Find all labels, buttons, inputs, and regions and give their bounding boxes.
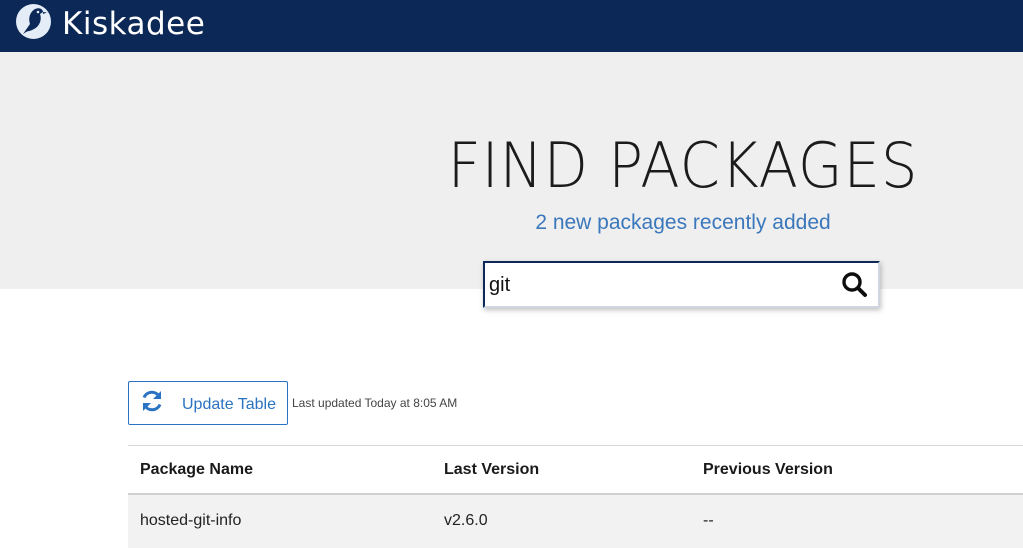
search-box (483, 261, 880, 308)
search-input[interactable] (489, 269, 829, 301)
new-packages-link[interactable]: 2 new packages recently added (0, 209, 1023, 237)
table-divider (128, 445, 1023, 446)
kiskadee-bird-icon[interactable] (16, 4, 51, 39)
column-header-previous-version[interactable]: Previous Version (703, 461, 833, 479)
refresh-icon (142, 390, 162, 412)
column-header-last-version[interactable]: Last Version (444, 461, 539, 479)
last-updated-text: Last updated Today at 8:05 AM (292, 396, 458, 410)
column-header-package-name[interactable]: Package Name (140, 461, 253, 479)
search-icon (842, 272, 867, 297)
brand-name[interactable]: Kiskadee (62, 2, 205, 46)
previous-version-cell: -- (703, 512, 714, 529)
page-title: FIND PACKAGES (447, 129, 919, 202)
top-nav-bar: Kiskadee (0, 0, 1023, 52)
table-row[interactable] (128, 495, 1023, 548)
last-version-cell: v2.6.0 (444, 512, 488, 529)
search-button[interactable] (840, 270, 870, 300)
hero-section: FIND PACKAGES 2 new packages recently ad… (0, 52, 1023, 308)
package-name-cell[interactable]: hosted-git-info (140, 512, 241, 530)
update-table-button[interactable]: Update Table (128, 381, 288, 425)
update-table-label: Update Table (182, 396, 276, 413)
